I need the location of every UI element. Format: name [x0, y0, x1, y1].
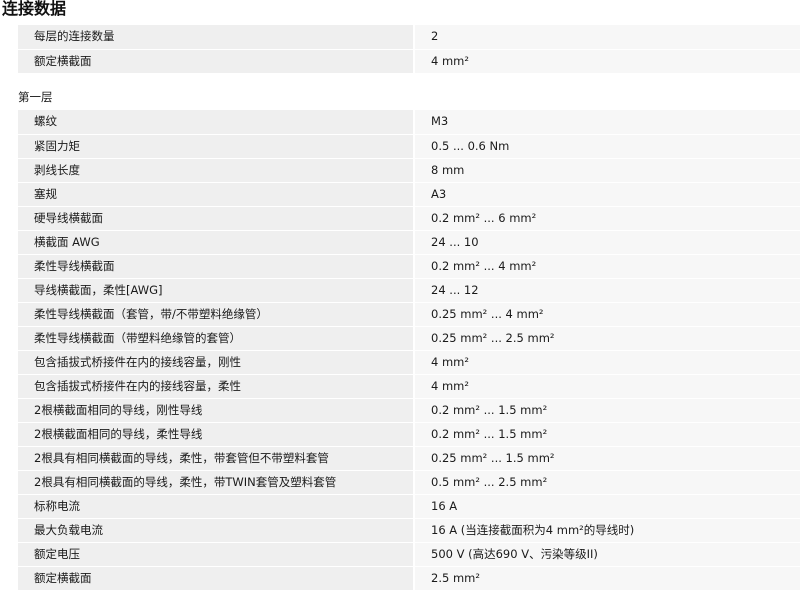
table-row: 额定电压 500 V (高达690 V、污染等级II)	[18, 542, 800, 567]
row-value: 0.2 mm² ... 1.5 mm²	[414, 398, 800, 423]
row-label: 包含插拔式桥接件在内的接线容量，刚性	[18, 350, 415, 375]
row-value: 0.25 mm² ... 2.5 mm²	[414, 326, 800, 351]
table-row: 2根横截面相同的导线，柔性导线 0.2 mm² ... 1.5 mm²	[18, 422, 800, 447]
page-title: 连接数据	[2, 0, 67, 18]
row-label: 额定横截面	[18, 49, 415, 74]
row-label: 螺纹	[18, 110, 415, 135]
row-label: 2根具有相同横截面的导线，柔性，带套管但不带塑料套管	[18, 446, 415, 471]
row-value: 0.2 mm² ... 6 mm²	[414, 206, 800, 231]
table-row: 柔性导线横截面（套管，带/不带塑料绝缘管） 0.25 mm² ... 4 mm²	[18, 302, 800, 327]
table-row: 2根具有相同横截面的导线，柔性，带套管但不带塑料套管 0.25 mm² ... 1…	[18, 446, 800, 471]
row-value: 2.5 mm²	[414, 566, 800, 591]
table-row: 柔性导线横截面 0.2 mm² ... 4 mm²	[18, 254, 800, 279]
row-label: 额定横截面	[18, 566, 415, 591]
table-row: 横截面 AWG 24 ... 10	[18, 230, 800, 255]
connection-summary-table: 每层的连接数量 2 额定横截面 4 mm²	[18, 25, 800, 74]
row-value: M3	[414, 110, 800, 135]
table-row: 每层的连接数量 2	[18, 25, 800, 50]
row-value: 4 mm²	[414, 374, 800, 399]
row-label: 柔性导线横截面（带塑料绝缘管的套管）	[18, 326, 415, 351]
table-row: 最大负载电流 16 A (当连接截面积为4 mm²的导线时)	[18, 518, 800, 543]
section-heading: 第一层	[18, 90, 53, 104]
table-row: 额定横截面 2.5 mm²	[18, 566, 800, 591]
row-value: 24 ... 10	[414, 230, 800, 255]
row-value: 16 A (当连接截面积为4 mm²的导线时)	[414, 518, 800, 543]
row-label: 最大负载电流	[18, 518, 415, 543]
row-label: 标称电流	[18, 494, 415, 519]
row-label: 2根横截面相同的导线，柔性导线	[18, 422, 415, 447]
table-row: 紧固力矩 0.5 ... 0.6 Nm	[18, 134, 800, 159]
row-label: 导线横截面，柔性[AWG]	[18, 278, 415, 303]
table-row: 柔性导线横截面（带塑料绝缘管的套管） 0.25 mm² ... 2.5 mm²	[18, 326, 800, 351]
row-label: 硬导线横截面	[18, 206, 415, 231]
row-value: 0.5 mm² ... 2.5 mm²	[414, 470, 800, 495]
row-label: 塞规	[18, 182, 415, 207]
row-value: 16 A	[414, 494, 800, 519]
first-level-table: 螺纹 M3 紧固力矩 0.5 ... 0.6 Nm 剥线长度 8 mm 塞规 A3 硬导线横截面…	[18, 110, 800, 591]
table-row: 额定横截面 4 mm²	[18, 49, 800, 74]
table-row: 剥线长度 8 mm	[18, 158, 800, 183]
row-value: 24 ... 12	[414, 278, 800, 303]
table-row: 硬导线横截面 0.2 mm² ... 6 mm²	[18, 206, 800, 231]
row-value: 0.25 mm² ... 4 mm²	[414, 302, 800, 327]
row-value: 8 mm	[414, 158, 800, 183]
row-value: 2	[414, 25, 800, 50]
table-row: 标称电流 16 A	[18, 494, 800, 519]
row-value: 4 mm²	[414, 350, 800, 375]
row-label: 2根具有相同横截面的导线，柔性，带TWIN套管及塑料套管	[18, 470, 415, 495]
table-row: 塞规 A3	[18, 182, 800, 207]
row-label: 柔性导线横截面	[18, 254, 415, 279]
table-row: 螺纹 M3	[18, 110, 800, 135]
row-label: 柔性导线横截面（套管，带/不带塑料绝缘管）	[18, 302, 415, 327]
row-value: 4 mm²	[414, 49, 800, 74]
row-value: 0.2 mm² ... 1.5 mm²	[414, 422, 800, 447]
row-label: 每层的连接数量	[18, 25, 415, 50]
row-label: 紧固力矩	[18, 134, 415, 159]
row-label: 包含插拔式桥接件在内的接线容量，柔性	[18, 374, 415, 399]
row-value: A3	[414, 182, 800, 207]
row-value: 0.25 mm² ... 1.5 mm²	[414, 446, 800, 471]
table-row: 2根具有相同横截面的导线，柔性，带TWIN套管及塑料套管 0.5 mm² ... …	[18, 470, 800, 495]
table-row: 2根横截面相同的导线，刚性导线 0.2 mm² ... 1.5 mm²	[18, 398, 800, 423]
table-row: 包含插拔式桥接件在内的接线容量，柔性 4 mm²	[18, 374, 800, 399]
row-label: 剥线长度	[18, 158, 415, 183]
row-label: 额定电压	[18, 542, 415, 567]
row-value: 0.5 ... 0.6 Nm	[414, 134, 800, 159]
table-row: 导线横截面，柔性[AWG] 24 ... 12	[18, 278, 800, 303]
row-value: 0.2 mm² ... 4 mm²	[414, 254, 800, 279]
row-label: 横截面 AWG	[18, 230, 415, 255]
table-row: 包含插拔式桥接件在内的接线容量，刚性 4 mm²	[18, 350, 800, 375]
row-value: 500 V (高达690 V、污染等级II)	[414, 542, 800, 567]
row-label: 2根横截面相同的导线，刚性导线	[18, 398, 415, 423]
